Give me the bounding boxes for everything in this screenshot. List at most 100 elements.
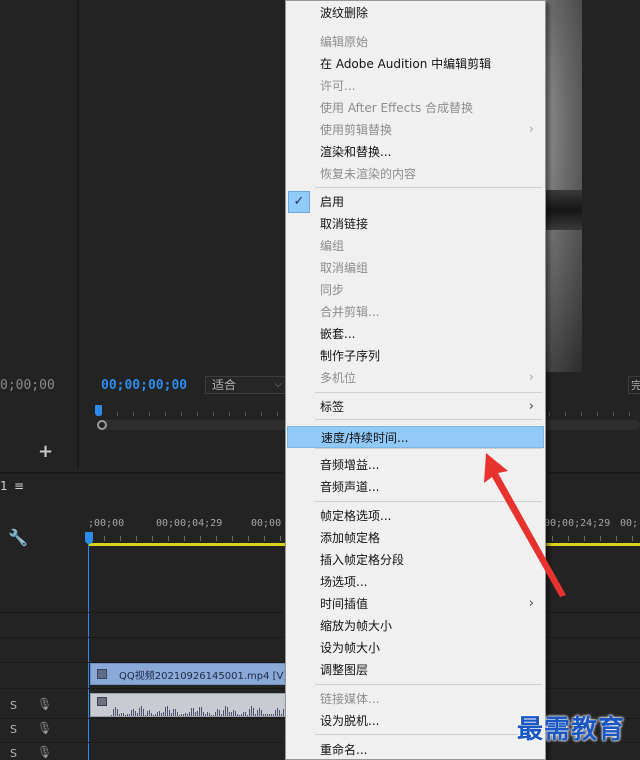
watermark-logo: 最需教育 xyxy=(517,715,626,745)
ruler-tick xyxy=(149,412,150,416)
menu-item-label: 调整图层 xyxy=(320,663,369,677)
menu-separator xyxy=(315,734,542,735)
waveform-bar xyxy=(123,713,124,716)
audio-clip[interactable] xyxy=(90,693,286,717)
menu-item-label: 设为脱机... xyxy=(320,714,380,728)
menu-item-7[interactable]: 恢复未渲染的内容 xyxy=(287,163,544,185)
menu-item-0[interactable]: 波纹删除 xyxy=(287,2,544,24)
fx-badge-icon xyxy=(97,669,107,679)
menu-item-label: 取消编组 xyxy=(320,261,369,275)
program-playhead-icon[interactable] xyxy=(95,405,102,416)
source-timecode[interactable]: 0;00;00 xyxy=(0,378,55,393)
panel-menu-icon[interactable]: ≡ xyxy=(14,479,24,493)
menu-item-label: 时间插值 xyxy=(320,597,369,611)
sequence-tab-label[interactable]: 1 xyxy=(0,479,8,493)
timeline-playhead-icon[interactable] xyxy=(85,532,93,544)
menu-item-11[interactable]: 取消编组 xyxy=(287,257,544,279)
waveform-bar xyxy=(135,711,136,716)
menu-item-label: 取消链接 xyxy=(320,217,369,231)
waveform-bar xyxy=(195,712,196,716)
waveform-bar xyxy=(211,715,212,716)
menu-item-15[interactable]: 制作子序列 xyxy=(287,345,544,367)
submenu-chevron-icon: › xyxy=(528,399,534,414)
fit-zoom-value: 适合 xyxy=(212,378,237,392)
ruler-label: 00;00 xyxy=(251,518,282,529)
menu-item-27[interactable]: 设为帧大小 xyxy=(287,637,544,659)
menu-item-30[interactable]: 设为脱机... xyxy=(287,710,544,732)
menu-item-17[interactable]: 标签 › xyxy=(287,396,544,418)
video-clip-name: QQ视频20210926145001.mp4 [V] xyxy=(119,671,288,682)
waveform-bar xyxy=(169,710,170,716)
waveform-bar xyxy=(283,709,284,716)
ruler-tick xyxy=(168,536,169,541)
menu-item-1[interactable]: 编辑原始 xyxy=(287,31,544,53)
program-timecode[interactable]: 00;00;00;00 xyxy=(101,378,187,393)
waveform-bar xyxy=(125,715,126,716)
waveform-bar xyxy=(167,706,168,716)
microphone-icon[interactable]: 🎙 xyxy=(37,745,52,759)
ruler-tick xyxy=(613,412,614,416)
waveform-bar xyxy=(111,715,112,716)
menu-item-16[interactable]: 多机位 › xyxy=(287,367,544,389)
ruler-tick xyxy=(184,536,185,541)
menu-item-label: 同步 xyxy=(320,283,345,297)
menu-item-10[interactable]: 编组 xyxy=(287,235,544,257)
ruler-tick xyxy=(264,536,265,541)
waveform-bar xyxy=(191,708,192,716)
resolution-select[interactable]: 完 xyxy=(628,376,640,394)
waveform-bar xyxy=(273,714,274,716)
waveform-bar xyxy=(159,711,160,716)
ruler-tick xyxy=(280,536,281,541)
menu-item-13[interactable]: 合并剪辑... xyxy=(287,301,544,323)
waveform-bar xyxy=(157,712,158,716)
waveform-bar xyxy=(115,707,116,716)
menu-item-6[interactable]: 渲染和替换... xyxy=(287,141,544,163)
solo-button[interactable]: S xyxy=(10,699,17,712)
video-clip[interactable]: QQ视频20210926145001.mp4 [V] xyxy=(90,663,288,685)
ruler-tick xyxy=(632,536,633,541)
menu-item-28[interactable]: 调整图层 xyxy=(287,659,544,681)
waveform-bar xyxy=(229,712,230,716)
waveform-bar xyxy=(279,710,280,716)
menu-item-label: 链接媒体... xyxy=(320,692,380,706)
solo-button[interactable]: S xyxy=(10,723,17,736)
fit-zoom-select[interactable]: 适合 ⌵ xyxy=(205,376,287,394)
waveform-bar xyxy=(259,708,260,716)
menu-item-4[interactable]: 使用 After Effects 合成替换 xyxy=(287,97,544,119)
menu-item-5[interactable]: 使用剪辑替换 › xyxy=(287,119,544,141)
menu-item-12[interactable]: 同步 xyxy=(287,279,544,301)
menu-item-14[interactable]: 嵌套... xyxy=(287,323,544,345)
waveform-bar xyxy=(189,712,190,716)
menu-item-8[interactable]: 启用 xyxy=(287,191,544,213)
waveform-bar xyxy=(251,706,252,716)
menu-item-29[interactable]: 链接媒体... xyxy=(287,688,544,710)
menu-item-label: 场选项... xyxy=(320,575,368,589)
ruler-tick xyxy=(181,412,182,416)
add-button[interactable]: + xyxy=(38,441,53,462)
menu-item-31[interactable]: 重命名... xyxy=(287,739,544,760)
scrollbar-handle-icon[interactable] xyxy=(97,420,107,430)
audio-waveform xyxy=(111,706,285,716)
solo-button[interactable]: S xyxy=(10,747,17,760)
ruler-label: 00;00;04;29 xyxy=(156,518,223,529)
waveform-bar xyxy=(171,713,172,716)
menu-item-label: 使用剪辑替换 xyxy=(320,123,393,137)
ruler-tick xyxy=(597,412,598,416)
waveform-bar xyxy=(165,707,166,716)
menu-item-3[interactable]: 许可... xyxy=(287,75,544,97)
menu-item-2[interactable]: 在 Adobe Audition 中编辑剪辑 xyxy=(287,53,544,75)
wrench-icon[interactable]: 🔧 xyxy=(8,528,28,547)
waveform-bar xyxy=(139,708,140,716)
ruler-tick xyxy=(248,536,249,541)
menu-item-26[interactable]: 缩放为帧大小 xyxy=(287,615,544,637)
ruler-tick xyxy=(581,412,582,416)
waveform-bar xyxy=(173,709,174,716)
menu-item-9[interactable]: 取消链接 xyxy=(287,213,544,235)
waveform-bar xyxy=(215,712,216,716)
waveform-bar xyxy=(161,713,162,716)
ruler-tick xyxy=(277,412,278,416)
waveform-bar xyxy=(243,712,244,716)
microphone-icon[interactable]: 🎙 xyxy=(37,697,52,711)
microphone-icon[interactable]: 🎙 xyxy=(37,721,52,735)
waveform-bar xyxy=(181,714,182,716)
